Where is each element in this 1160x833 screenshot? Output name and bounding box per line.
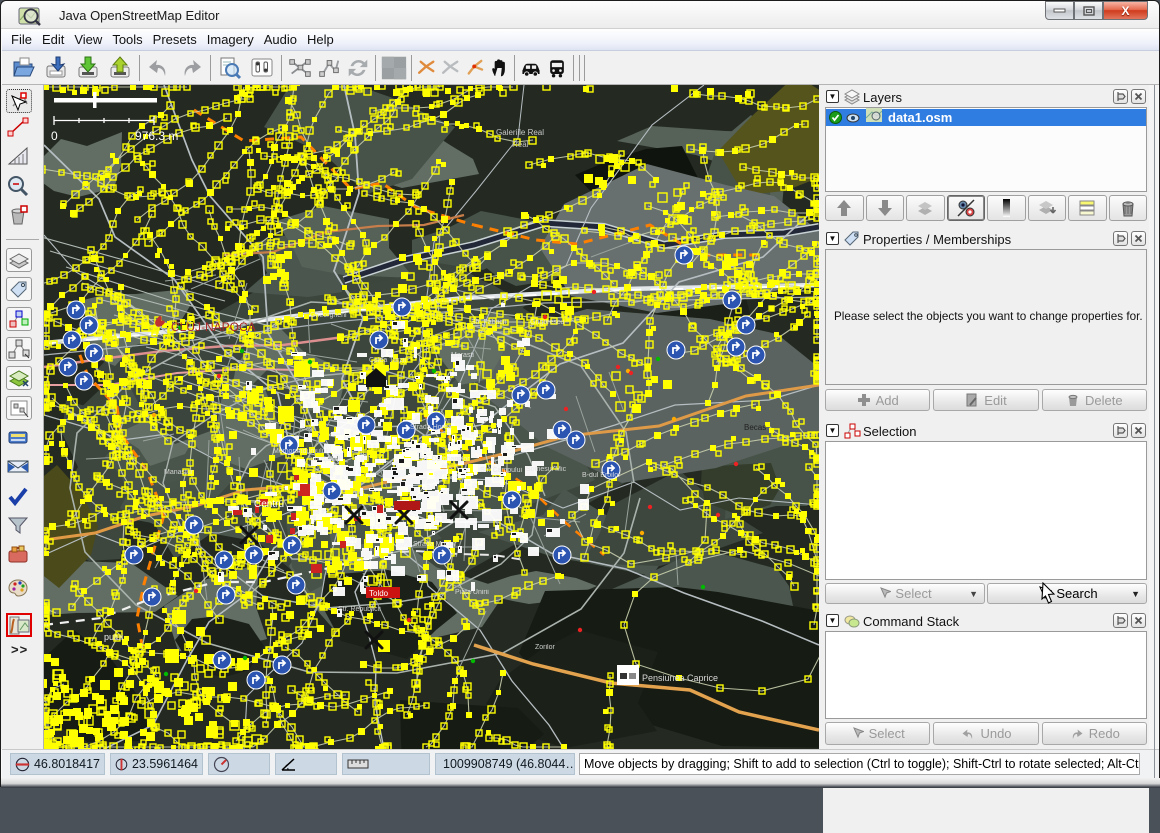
svg-text:pului: pului xyxy=(104,632,123,642)
svg-text:Strada Motilor: Strada Motilor xyxy=(413,541,457,548)
svg-text:Grigorescu: Grigorescu xyxy=(530,319,564,326)
svg-text:Manastur: Manastur xyxy=(164,469,194,476)
svg-text:Str. Fabricii: Str. Fabricii xyxy=(471,319,506,326)
svg-text:Centru: Centru xyxy=(254,499,284,510)
svg-text:B-dul Eroilor: B-dul Eroilor xyxy=(582,472,621,479)
svg-text:Galeriile Real: Galeriile Real xyxy=(496,128,544,137)
svg-text:976.3 m: 976.3 m xyxy=(135,129,178,143)
svg-text:Marasti: Marasti xyxy=(451,352,474,359)
svg-text:Str. Republicii: Str. Republicii xyxy=(338,606,381,613)
svg-text:Becas: Becas xyxy=(744,423,766,432)
svg-text:Str. Campului: Str. Campului xyxy=(480,467,522,474)
svg-text:Zorilor: Zorilor xyxy=(535,644,556,651)
svg-text:Real: Real xyxy=(512,140,529,149)
svg-text:Pensiunea Caprice: Pensiunea Caprice xyxy=(642,673,718,683)
svg-text:CLUJ-NAPOCA: CLUJ-NAPOCA xyxy=(171,320,256,334)
svg-text:Calea Turzii: Calea Turzii xyxy=(369,357,406,364)
svg-text:Str. Dorobantilor: Str. Dorobantilor xyxy=(419,456,470,463)
svg-text:0: 0 xyxy=(51,129,58,143)
svg-text:Strada Horea: Strada Horea xyxy=(410,424,452,431)
svg-text:Piata Unirii: Piata Unirii xyxy=(455,589,489,596)
svg-text:Somesul Mic: Somesul Mic xyxy=(526,466,567,473)
svg-text:Iulius Mall: Iulius Mall xyxy=(309,456,341,463)
svg-text:Gheorgheni: Gheorgheni xyxy=(310,312,347,319)
svg-text:Memorandumului: Memorandumului xyxy=(273,448,328,455)
svg-text:Toldo: Toldo xyxy=(369,589,389,598)
